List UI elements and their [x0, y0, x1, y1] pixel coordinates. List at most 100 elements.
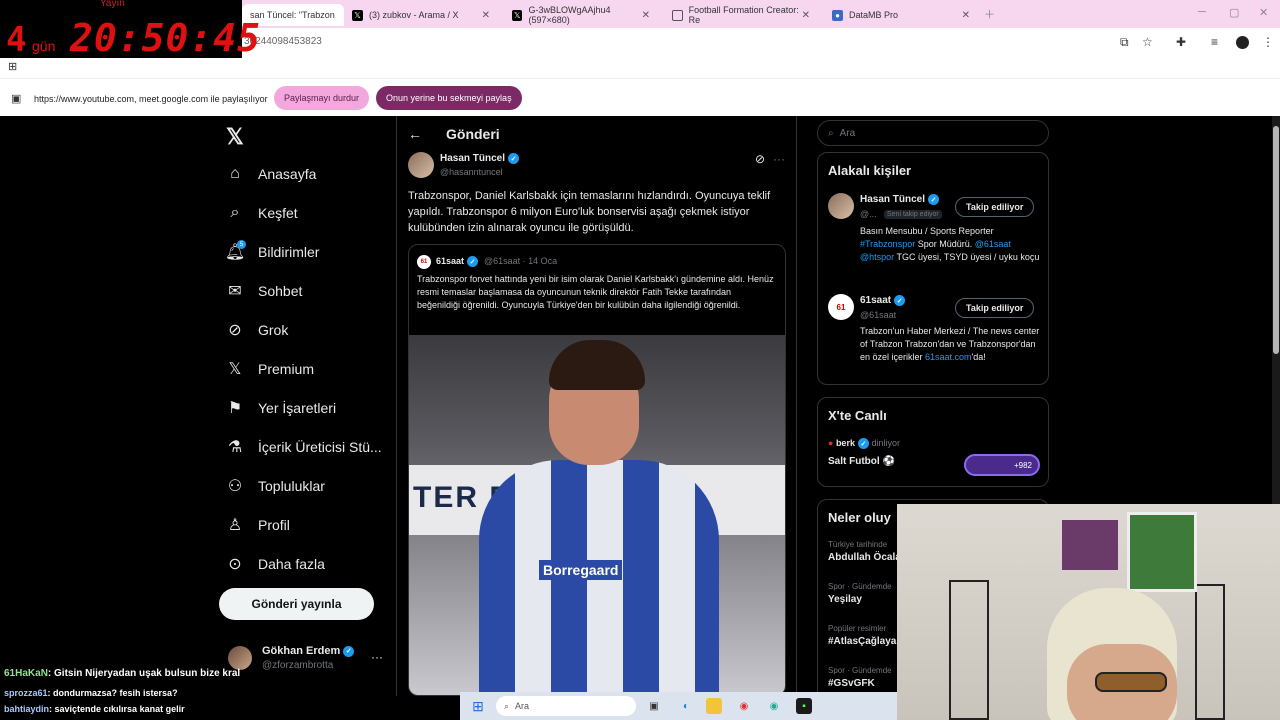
post-image[interactable]: TER RE Borregaard — [409, 335, 785, 695]
following-button[interactable]: Takip ediliyor — [955, 298, 1035, 318]
profile-avatar-icon[interactable] — [1236, 36, 1249, 49]
card-title: Alakalı kişiler — [828, 163, 912, 178]
menu-icon[interactable]: ⋮ — [1262, 35, 1274, 49]
hashtag-link[interactable]: #Trabzonspor — [860, 239, 915, 249]
host-name: berk — [835, 438, 855, 448]
avatar[interactable]: 61 — [828, 294, 854, 320]
cast-icon[interactable]: ⧉ — [1120, 35, 1129, 50]
edge-icon[interactable]: ◐ — [678, 698, 694, 714]
media-icon[interactable]: ≡ — [1211, 35, 1218, 49]
maximize-button[interactable]: ▢ — [1229, 6, 1239, 19]
screen-share-icon: ▣ — [11, 93, 22, 105]
notification-badge: 5 — [237, 240, 246, 249]
share-status-text: https://www.youtube.com, meet.google.com… — [34, 94, 268, 104]
post-button[interactable]: Gönderi yayınla — [219, 588, 374, 620]
website-link[interactable]: 61saat.com — [925, 352, 972, 362]
folder-icon[interactable] — [706, 698, 722, 714]
x-logo-icon[interactable]: 𝕏 — [226, 124, 244, 150]
task-view-icon[interactable]: ▣ — [646, 698, 662, 714]
following-button[interactable]: Takip ediliyor — [955, 197, 1035, 217]
grok-icon: ⊘ — [228, 322, 242, 339]
new-tab-button[interactable]: ＋ — [984, 6, 995, 22]
person-name[interactable]: 61saat ✓ — [860, 295, 906, 306]
author-name[interactable]: Hasan Tüncel ✓ — [440, 153, 520, 164]
nav-messages[interactable]: ✉ Sohbet — [226, 277, 302, 305]
chat-message: sprozza61: dondurmazsa? fesih istersa? — [4, 688, 178, 698]
nav-grok[interactable]: ⊘ Grok — [226, 316, 288, 344]
close-window-button[interactable]: ✕ — [1259, 6, 1268, 19]
tab-image[interactable]: 𝕏 G-3wBLOWgAAjhu4 (597×680) ✕ — [504, 4, 656, 26]
chrome-profile-icon[interactable]: ◉ — [766, 698, 782, 714]
more-icon[interactable]: ··· — [773, 152, 785, 166]
account-handle: @zforzambrotta — [262, 660, 334, 671]
taskbar-search[interactable]: ⌕ Ara — [496, 696, 636, 716]
nav-label: Yer İşaretleri — [258, 400, 337, 416]
close-icon[interactable]: ✕ — [642, 10, 650, 21]
timer-days-word: gün — [32, 38, 56, 54]
avatar[interactable] — [828, 193, 854, 219]
nav-home[interactable]: ⌂ Anasayfa — [226, 160, 316, 188]
live-host: ● berk ✓ dinliyor — [828, 438, 900, 450]
screen-share-bar: ▣ https://www.youtube.com, meet.google.c… — [0, 78, 1280, 116]
close-icon[interactable]: ✕ — [962, 10, 970, 21]
quoted-post[interactable]: 61 61saat ✓ @61saat · 14 Oca Trabzonspor … — [408, 244, 786, 696]
nav-more[interactable]: ⊙ Daha fazla — [226, 550, 325, 578]
divider — [796, 116, 797, 696]
trend-item[interactable]: Abdullah Öcala — [828, 552, 901, 563]
nav-profile[interactable]: ♙ Profil — [226, 511, 290, 539]
nav-label: Premium — [258, 361, 315, 377]
back-arrow-icon[interactable]: ← — [408, 126, 422, 142]
shirt-sponsor: Borregaard — [539, 560, 623, 580]
chrome-icon[interactable]: ◉ — [736, 698, 752, 714]
mention-link[interactable]: @61saat — [975, 239, 1011, 249]
quote-author: 61saat ✓ — [436, 256, 479, 268]
nav-premium[interactable]: 𝕏 Premium — [226, 355, 314, 383]
nav-communities[interactable]: ⚇ Topluluklar — [226, 472, 325, 500]
app-icon[interactable]: ▪ — [796, 698, 812, 714]
trend-item[interactable]: Yeşilay — [828, 594, 862, 605]
more-icon[interactable]: ··· — [371, 650, 383, 664]
search-input[interactable]: ⌕ Ara — [817, 120, 1049, 146]
home-icon: ⌂ — [230, 165, 240, 182]
chat-text: : saviçtende cıkılırsa kanat gelir — [49, 704, 185, 714]
player-hair — [549, 340, 645, 390]
tab-zubkov-search[interactable]: 𝕏 (3) zubkov - Arama / X ✕ — [344, 4, 496, 26]
minimize-button[interactable]: ─ — [1198, 6, 1206, 18]
person-name[interactable]: Hasan Tüncel ✓ — [860, 194, 940, 205]
nav-label: Keşfet — [258, 205, 298, 221]
bio-text: Basın Mensubu / Sports Reporter — [860, 226, 994, 236]
share-this-tab-button[interactable]: Onun yerine bu sekmeyi paylaş — [376, 86, 522, 110]
person-handle: @... — [860, 209, 877, 219]
tab-football-formation[interactable]: Football Formation Creator: Re ✕ — [664, 4, 816, 26]
host-avatar-icon: ● — [828, 438, 836, 448]
nav-label: Profil — [258, 517, 290, 533]
search-placeholder: Ara — [839, 127, 856, 139]
space-name[interactable]: Salt Futbol ⚽ — [828, 456, 895, 467]
account-name[interactable]: Gökhan Erdem ✓ — [262, 645, 355, 657]
stop-sharing-button[interactable]: Paylaşmayı durdur — [274, 86, 370, 110]
apps-icon[interactable]: ⊞ — [8, 60, 17, 73]
tab-datamb[interactable]: ● DataMB Pro ✕ — [824, 4, 976, 26]
author-handle[interactable]: @hasanntuncel — [440, 167, 503, 177]
windows-start-icon[interactable]: ⊞ — [470, 698, 486, 714]
nav-explore[interactable]: ⌕ Keşfet — [226, 199, 298, 227]
star-icon[interactable]: ☆ — [1142, 35, 1153, 49]
mention-link[interactable]: @htspor — [860, 252, 894, 262]
avatar[interactable] — [408, 152, 434, 178]
trend-item[interactable]: #GSvGFK — [828, 678, 875, 689]
tab-label: DataMB Pro — [849, 10, 899, 20]
search-icon: ⌕ — [828, 127, 834, 139]
grok-icon[interactable]: ⊘ — [755, 152, 765, 166]
trend-item[interactable]: #AtlasÇağlaya — [828, 636, 896, 647]
scrollbar-thumb[interactable] — [1273, 126, 1279, 354]
person-icon: ♙ — [227, 517, 243, 534]
nav-label: Daha fazla — [258, 556, 325, 572]
join-space-button[interactable]: +982 — [964, 454, 1040, 476]
nav-creator-studio[interactable]: ⚗ İçerik Üreticisi Stü... — [226, 433, 382, 461]
nav-bookmarks[interactable]: ⚑ Yer İşaretleri — [226, 394, 336, 422]
close-icon[interactable]: ✕ — [802, 10, 810, 21]
extensions-icon[interactable]: ✚ — [1176, 35, 1186, 49]
avatar[interactable] — [228, 646, 252, 670]
close-icon[interactable]: ✕ — [482, 10, 490, 21]
mail-icon: ✉ — [228, 283, 242, 300]
